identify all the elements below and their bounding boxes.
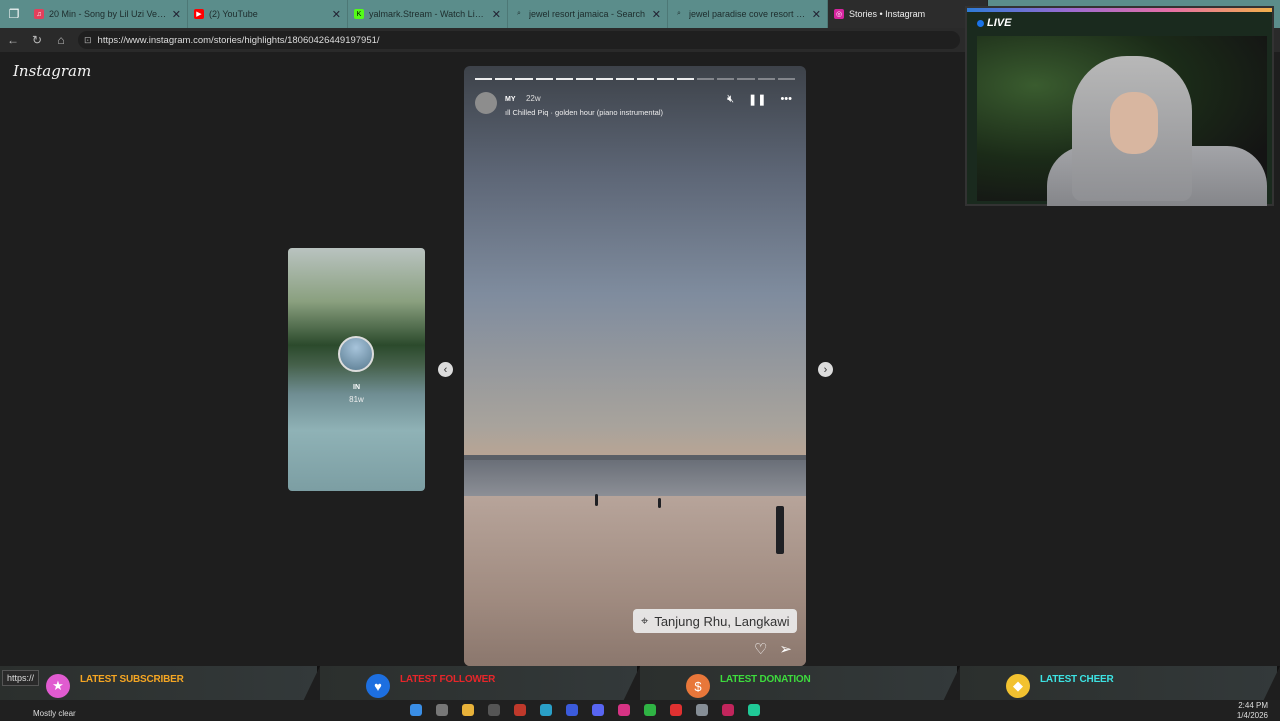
close-tab-icon[interactable]: ✕ [652,8,661,21]
progress-segment [555,78,573,80]
story-person [658,498,661,508]
story-progress-bar [475,78,795,80]
tab-actions-icon[interactable]: ❐ [0,0,28,28]
store-icon[interactable] [488,704,500,716]
story-actions: ♡ ➢ [754,640,792,658]
progress-segment [656,78,674,80]
progress-segment [777,78,795,80]
location-pin-icon: ⌖ [641,613,649,628]
start-icon[interactable] [410,704,422,716]
back-icon[interactable]: ← [6,33,20,47]
progress-segment [596,78,614,80]
mute-icon[interactable]: 🔇︎ [727,93,734,106]
refresh-icon[interactable]: ↻ [30,33,44,47]
progress-segment [535,78,553,80]
close-tab-icon[interactable]: ✕ [172,8,181,21]
instagram-icon: ◎ [834,9,844,19]
progress-segment [697,78,715,80]
story-viewer[interactable]: MY 22w ıll Chilled Piq · golden hour (pi… [464,66,806,666]
tab-instagram[interactable]: ◎ Stories • Instagram [828,0,988,28]
avatar [338,336,374,372]
progress-segment [717,78,735,80]
status-bar-url: https:// [2,670,40,686]
preview-time: 81w [349,395,364,404]
preview-username: IN [353,384,360,391]
taskbar-apps [410,704,760,716]
more-options-icon[interactable]: ••• [780,93,792,106]
progress-segment [575,78,594,80]
music-bars-icon: ıll [505,108,511,117]
tab-kick[interactable]: K yalmark.Stream - Watch Live on K ✕ [348,0,508,28]
app-icon[interactable] [618,704,630,716]
tab-search-1[interactable]: ⌕ jewel resort jamaica - Search ✕ [508,0,668,28]
close-tab-icon[interactable]: ✕ [812,8,821,21]
webcam-overlay: LIVE [965,6,1274,206]
app-icon[interactable] [514,704,526,716]
progress-segment [757,78,775,80]
progress-segment [495,78,513,80]
weather-widget[interactable]: Mostly clear [33,709,76,718]
tab-apple-music[interactable]: ♫ 20 Min - Song by Lil Uzi Vert - Ap ✕ [28,0,188,28]
search-icon: ⌕ [677,10,681,17]
story-header: MY 22w ıll Chilled Piq · golden hour (pi… [475,88,663,117]
search-icon[interactable] [436,704,448,716]
app-icon[interactable] [722,704,734,716]
webcam-feed [977,36,1267,206]
progress-segment [515,78,533,80]
progress-segment [636,78,654,80]
story-controls: 🔇︎ ❚❚ ••• [727,93,792,106]
music-icon: ♫ [34,9,44,19]
story-music: ıll Chilled Piq · golden hour (piano ins… [505,108,664,117]
close-tab-icon[interactable]: ✕ [492,8,501,21]
app-icon[interactable] [670,704,682,716]
live-indicator: LIVE [977,17,1011,29]
next-story-button[interactable]: › [818,362,833,377]
dollar-icon: $ [686,674,710,698]
heart-icon: ♥ [366,674,390,698]
streamer-hood [1072,56,1192,201]
webcam-accent-bar [967,8,1272,12]
progress-segment [676,78,695,80]
discord-icon[interactable] [592,704,604,716]
progress-segment [616,78,634,80]
like-icon[interactable]: ♡ [754,640,767,658]
share-icon[interactable]: ➢ [779,640,792,658]
tab-search-2[interactable]: ⌕ jewel paradise cove resort jamaica ✕ [668,0,828,28]
story-person [776,506,784,554]
instagram-logo[interactable]: Instagram [13,62,91,80]
location-sticker[interactable]: ⌖ Tanjung Rhu, Langkawi [633,609,798,633]
tab-youtube[interactable]: ▶ (2) YouTube ✕ [188,0,348,28]
streamer-face [1110,92,1158,154]
kick-icon: K [354,9,364,19]
taskbar: Mostly clear 2:44 PM 1/4/2026 [0,700,1280,720]
story-username[interactable]: MY [505,96,516,103]
previous-story-preview[interactable]: IN 81w [288,248,425,491]
app-icon[interactable] [748,704,760,716]
live-dot-icon [977,19,984,27]
app-icon[interactable] [696,704,708,716]
star-icon: ★ [46,674,70,698]
search-icon: ⌕ [517,10,521,17]
site-info-icon[interactable]: ⊡ [84,35,92,46]
previous-story-button[interactable]: ‹ [438,362,453,377]
diamond-icon: ◆ [1006,674,1030,698]
url-field[interactable]: ⊡ https://www.instagram.com/stories/high… [78,31,960,49]
pause-icon[interactable]: ❚❚ [748,93,766,106]
file-explorer-icon[interactable] [462,704,474,716]
avatar[interactable] [475,91,497,114]
app-icon[interactable] [644,704,656,716]
system-clock[interactable]: 2:44 PM 1/4/2026 [1237,701,1268,721]
edge-icon[interactable] [540,704,552,716]
app-icon[interactable] [566,704,578,716]
story-time: 22w [525,94,541,103]
story-person [595,494,598,506]
progress-segment [737,78,755,80]
youtube-icon: ▶ [194,9,204,19]
home-icon[interactable]: ⌂ [54,33,68,47]
close-tab-icon[interactable]: ✕ [332,8,341,21]
progress-segment [475,78,493,80]
